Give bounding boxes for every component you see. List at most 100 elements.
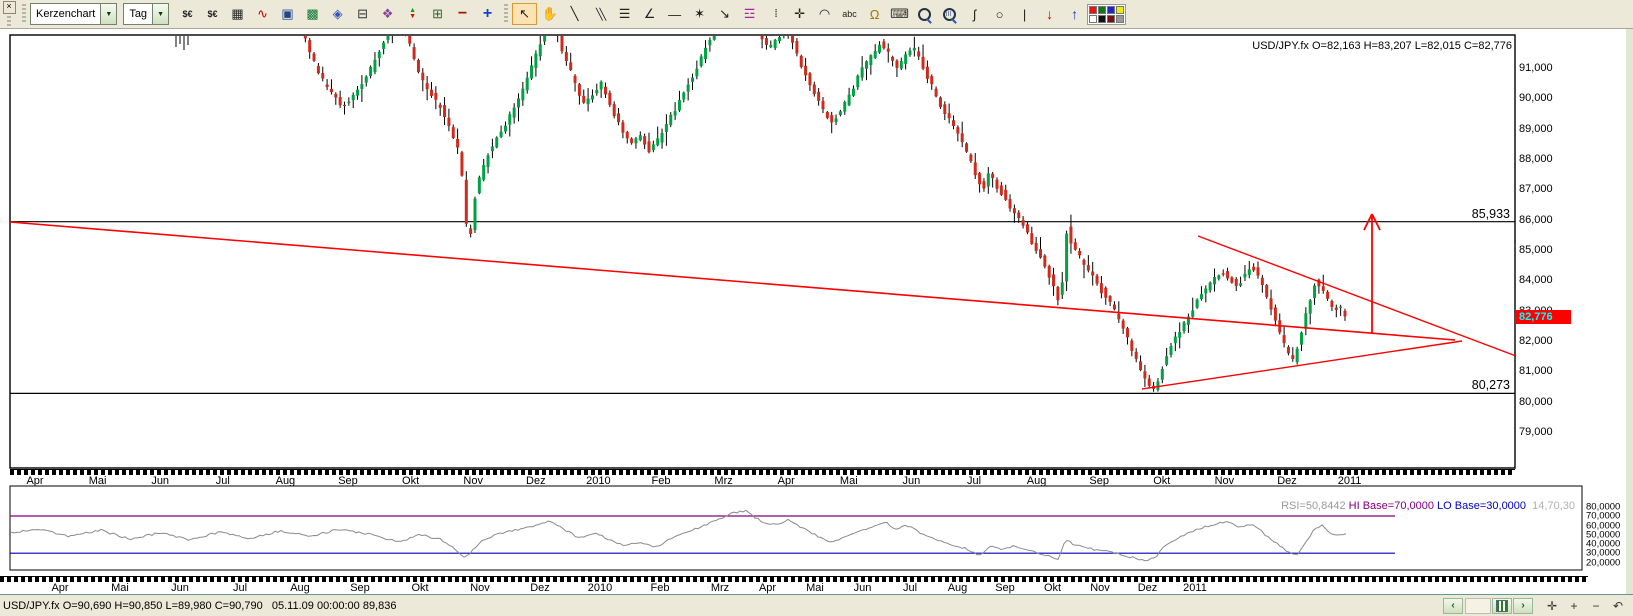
grid-settings-icon[interactable]: ▦ bbox=[225, 3, 250, 25]
pointer-levels-icon[interactable]: ↘ bbox=[712, 3, 737, 25]
zoom-in-tool-icon[interactable] bbox=[912, 3, 937, 25]
chart-type-value: Kerzenchart bbox=[31, 8, 100, 20]
color-swatch[interactable] bbox=[1107, 15, 1115, 23]
parallel-channel-icon[interactable]: ╲╲ bbox=[587, 3, 612, 25]
date-axis-label: Jun bbox=[171, 582, 189, 594]
up-down-triangles-glyph: ▲▼ bbox=[409, 8, 416, 20]
vertical-line-icon[interactable]: | bbox=[1012, 3, 1037, 25]
main-toolbar: × Kerzenchart ▼ Tag ▼ $€$€▦∿▣▩◈⊟❖▲▼⊞−+ ↖… bbox=[0, 0, 1633, 29]
date-axis-label: Dez bbox=[1138, 582, 1158, 594]
signals-icon[interactable]: ▲▼ bbox=[400, 3, 425, 25]
color-swatch[interactable] bbox=[1116, 15, 1124, 23]
alert-bell-icon[interactable]: Ω bbox=[862, 3, 887, 25]
date-axis-label: Nov bbox=[470, 582, 490, 594]
pan-hand-icon[interactable]: ✋ bbox=[537, 3, 562, 25]
date-axis-label: Mrz bbox=[711, 582, 729, 594]
date-axis-label: Aug bbox=[948, 582, 968, 594]
date-axis-label: Apr bbox=[759, 582, 776, 594]
select-cursor-icon[interactable]: ↖ bbox=[512, 3, 537, 25]
gann-fan-icon[interactable]: ✶ bbox=[687, 3, 712, 25]
mini-bars-icon bbox=[1496, 600, 1508, 612]
palette-icon[interactable]: ❖ bbox=[375, 3, 400, 25]
text-label-icon[interactable]: abc bbox=[837, 3, 862, 25]
date-axis-label: Mai bbox=[111, 582, 129, 594]
price-axis-label: 80,000 bbox=[1519, 396, 1553, 408]
color-swatch[interactable] bbox=[1098, 6, 1106, 14]
color-swatch[interactable] bbox=[1089, 15, 1097, 23]
fan-lines-icon[interactable]: ∠ bbox=[637, 3, 662, 25]
undo-zoom-button[interactable]: ↶ bbox=[1609, 598, 1627, 614]
date-axis-label: Okt bbox=[411, 582, 428, 594]
last-price-badge: 82,776 bbox=[1516, 310, 1571, 324]
chevron-down-icon[interactable]: ▼ bbox=[100, 4, 116, 24]
period-select[interactable]: Tag ▼ bbox=[123, 3, 169, 25]
price-axis-label: 90,000 bbox=[1519, 92, 1553, 104]
chart-navigation-controls: ‹ › ✛+−↶ bbox=[1442, 597, 1627, 614]
pan-mode-button[interactable]: ✛ bbox=[1543, 598, 1561, 614]
chart-type-select[interactable]: Kerzenchart ▼ bbox=[30, 3, 117, 25]
regression-channel-icon[interactable]: ☰ bbox=[612, 3, 637, 25]
window-edge-strip bbox=[1626, 28, 1633, 594]
chart-plot-area[interactable] bbox=[10, 35, 1515, 468]
fibonacci-levels-icon[interactable]: ☲ bbox=[737, 3, 762, 25]
price-axis-label: 87,000 bbox=[1519, 183, 1553, 195]
overview-toggle-button[interactable] bbox=[1492, 598, 1512, 614]
calculator-icon[interactable]: ⌨ bbox=[887, 3, 912, 25]
rsi-axis-label: 20,0000 bbox=[1586, 557, 1620, 568]
percent-scale-icon[interactable]: $€ bbox=[200, 3, 225, 25]
zoom-out-button[interactable]: − bbox=[1587, 598, 1605, 614]
price-axis-label: 79,000 bbox=[1519, 426, 1553, 438]
toolbar-group-chart: $€$€▦∿▣▩◈⊟❖▲▼⊞−+ bbox=[175, 3, 500, 25]
vertical-grid-icon[interactable]: ⁞⁞ bbox=[762, 3, 787, 25]
date-axis-label: Aug bbox=[290, 582, 310, 594]
arrow-down-icon[interactable]: ↓ bbox=[1037, 3, 1062, 25]
track[interactable] bbox=[1465, 598, 1491, 614]
color-swatch[interactable] bbox=[1098, 15, 1106, 23]
remove-object-icon[interactable]: − bbox=[450, 3, 475, 25]
magnifier-glyph bbox=[918, 8, 931, 21]
eraser-icon[interactable]: ◈ bbox=[325, 3, 350, 25]
magnifier-region-glyph bbox=[943, 8, 956, 21]
date-axis-label: 2010 bbox=[588, 582, 612, 594]
price-axis-label: 88,000 bbox=[1519, 153, 1553, 165]
chart-style-icon[interactable]: ▩ bbox=[300, 3, 325, 25]
status-bar: USD/JPY.fx O=90,690 H=90,850 L=89,980 C=… bbox=[0, 595, 1633, 616]
indicator-edit-icon[interactable]: ∿ bbox=[250, 3, 275, 25]
arrow-up-icon[interactable]: ↑ bbox=[1062, 3, 1087, 25]
color-swatch[interactable] bbox=[1116, 6, 1124, 14]
date-axis-label: Jul bbox=[903, 582, 917, 594]
status-ohlc-text: USD/JPY.fx O=90,690 H=90,850 L=89,980 C=… bbox=[3, 600, 396, 612]
price-axis-label: 84,000 bbox=[1519, 274, 1553, 286]
color-swatch[interactable] bbox=[1089, 6, 1097, 14]
price-scale-icon[interactable]: $€ bbox=[175, 3, 200, 25]
date-axis-label: Okt bbox=[1044, 582, 1061, 594]
color-swatch-grid[interactable] bbox=[1087, 4, 1126, 25]
toolbar-group-draw: ↖✋╲╲╲☰∠—✶↘☲⁞⁞✛◠abcΩ⌨ʃ○|↓↑ bbox=[512, 3, 1126, 25]
zoom-region-tool-icon[interactable] bbox=[937, 3, 962, 25]
watchlist-icon[interactable]: ⊞ bbox=[425, 3, 450, 25]
color-swatch[interactable] bbox=[1107, 6, 1115, 14]
date-axis-label: Mai bbox=[806, 582, 824, 594]
close-icon[interactable]: × bbox=[3, 1, 16, 14]
rsi-plot-area[interactable] bbox=[10, 486, 1582, 570]
zoom-in-button[interactable]: + bbox=[1565, 598, 1583, 614]
crosshair-icon[interactable]: ✛ bbox=[787, 3, 812, 25]
period-value: Tag bbox=[124, 8, 152, 20]
toolbar-handle[interactable]: × bbox=[0, 0, 18, 28]
chevron-down-icon[interactable]: ▼ bbox=[152, 4, 168, 24]
fibonacci-arcs-icon[interactable]: ◠ bbox=[812, 3, 837, 25]
trendline-icon[interactable]: ╲ bbox=[562, 3, 587, 25]
scroll-left-button[interactable]: ‹ bbox=[1443, 598, 1463, 614]
date-axis-label: Apr bbox=[51, 582, 68, 594]
ellipse-tool-icon[interactable]: ○ bbox=[987, 3, 1012, 25]
add-object-icon[interactable]: + bbox=[475, 3, 500, 25]
print-icon[interactable]: ⊟ bbox=[350, 3, 375, 25]
freehand-draw-icon[interactable]: ʃ bbox=[962, 3, 987, 25]
price-axis-label: 89,000 bbox=[1519, 123, 1553, 135]
chart-window-icon[interactable]: ▣ bbox=[275, 3, 300, 25]
scroll-right-button[interactable]: › bbox=[1513, 598, 1533, 614]
date-axis-label: Jul bbox=[233, 582, 247, 594]
horizontal-line-icon[interactable]: — bbox=[662, 3, 687, 25]
toolbar-grip bbox=[504, 4, 508, 24]
price-axis-label: 82,000 bbox=[1519, 335, 1553, 347]
